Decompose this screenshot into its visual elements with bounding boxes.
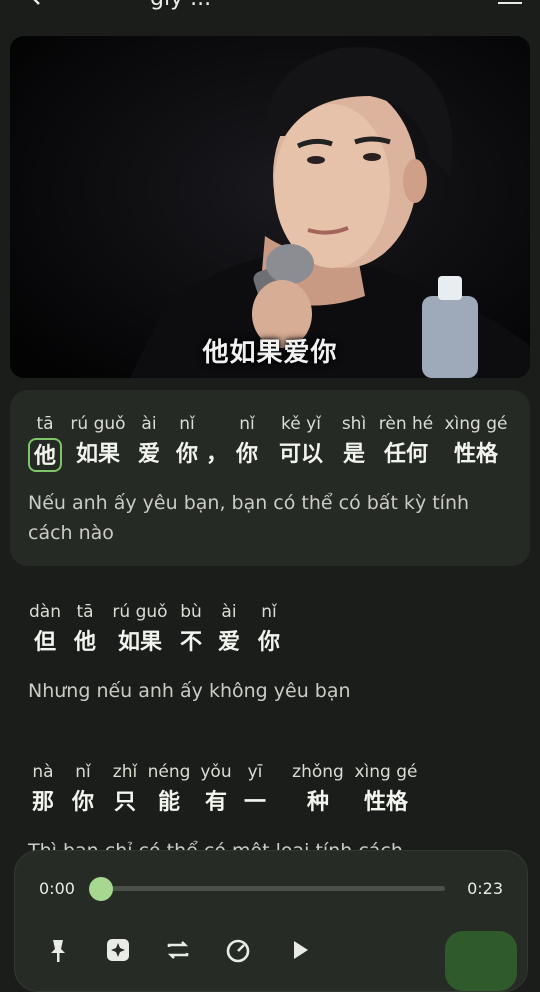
token[interactable]: xìng gé 性格 bbox=[442, 412, 510, 472]
pinyin: dàn bbox=[29, 602, 61, 622]
pinyin: néng bbox=[147, 762, 191, 782]
video-frame bbox=[10, 36, 530, 378]
token[interactable]: rú guǒ 如果 bbox=[68, 412, 128, 472]
lyric-line-active[interactable]: tā 他 rú guǒ 如果 ài 爱 nǐ 你 ， nǐ 你 kě yǐ 可以… bbox=[10, 390, 530, 566]
hanzi: 可以 bbox=[278, 442, 323, 467]
token[interactable]: xìng gé 性格 bbox=[354, 760, 418, 820]
pin-icon[interactable] bbox=[45, 937, 71, 963]
pinyin: yī bbox=[247, 762, 263, 782]
hanzi: 爱 bbox=[137, 442, 160, 467]
hanzi: 你 bbox=[71, 790, 94, 815]
pinyin: nà bbox=[32, 762, 54, 782]
token[interactable]: dàn 但 bbox=[28, 600, 62, 660]
token[interactable]: zhǒng 种 bbox=[290, 760, 346, 820]
play-icon[interactable] bbox=[287, 937, 313, 963]
token[interactable]: yǒu 有 bbox=[198, 760, 234, 820]
hanzi: 是 bbox=[342, 442, 365, 467]
token[interactable]: néng 能 bbox=[146, 760, 192, 820]
hanzi: 任何 bbox=[383, 442, 428, 467]
token[interactable]: nǐ 你 bbox=[68, 760, 98, 820]
token[interactable]: yī 一 bbox=[242, 760, 268, 820]
token[interactable]: ài 爱 bbox=[136, 412, 162, 472]
pinyin: nǐ bbox=[179, 414, 195, 434]
hanzi: 你 bbox=[235, 442, 258, 467]
token[interactable]: nǐ 你 bbox=[254, 600, 284, 660]
pinyin: zhǐ bbox=[112, 762, 138, 782]
current-time: 0:00 bbox=[39, 879, 75, 898]
token[interactable]: nǐ 你 bbox=[234, 412, 260, 472]
playback-panel: 0:00 0:23 bbox=[14, 850, 528, 992]
hanzi: 性格 bbox=[453, 442, 498, 467]
token[interactable]: kě yǐ 可以 bbox=[274, 412, 328, 472]
main-play-button[interactable] bbox=[445, 931, 517, 991]
pinyin: nǐ bbox=[261, 602, 277, 622]
top-bar: gly ... bbox=[0, 0, 540, 24]
pinyin: rú guǒ bbox=[70, 414, 126, 434]
hanzi: 有 bbox=[204, 790, 227, 815]
hanzi: 一 bbox=[243, 790, 266, 815]
hanzi: 你 bbox=[175, 442, 198, 467]
hanzi: 性格 bbox=[363, 790, 408, 815]
translation: Nếu anh ấy yêu bạn, bạn có thể có bất kỳ… bbox=[28, 492, 470, 544]
pinyin: xìng gé bbox=[354, 762, 418, 782]
pinyin: zhǒng bbox=[292, 762, 344, 782]
repeat-icon[interactable] bbox=[165, 937, 191, 963]
token[interactable]: rèn hé 任何 bbox=[376, 412, 436, 472]
token[interactable]: rú guǒ 如果 bbox=[110, 600, 170, 660]
speed-icon[interactable] bbox=[225, 937, 251, 963]
progress-thumb[interactable] bbox=[89, 877, 113, 901]
hanzi: 爱 bbox=[217, 630, 240, 655]
token[interactable]: zhǐ 只 bbox=[108, 760, 142, 820]
hanzi: 能 bbox=[157, 790, 180, 815]
chevron-left-icon[interactable] bbox=[26, 0, 46, 6]
hanzi: 你 bbox=[257, 630, 280, 655]
token[interactable]: nǐ 你 bbox=[174, 412, 200, 472]
pinyin: nǐ bbox=[75, 762, 91, 782]
token[interactable]: bù 不 bbox=[176, 600, 206, 660]
pinyin: ài bbox=[221, 602, 237, 622]
hanzi: 如果 bbox=[75, 442, 120, 467]
hanzi: 但 bbox=[33, 630, 56, 655]
pinyin: yǒu bbox=[200, 762, 232, 782]
token[interactable]: tā 他 bbox=[68, 600, 102, 660]
burned-subtitle: 他如果爱你 bbox=[202, 338, 338, 368]
pinyin: nǐ bbox=[239, 414, 255, 434]
progress-track[interactable] bbox=[101, 886, 445, 891]
menu-icon[interactable] bbox=[498, 0, 522, 4]
token[interactable]: ài 爱 bbox=[216, 600, 242, 660]
pinyin: shì bbox=[341, 414, 367, 434]
pinyin bbox=[206, 412, 226, 436]
hanzi: 他 bbox=[73, 630, 96, 655]
pinyin: xìng gé bbox=[444, 414, 508, 434]
hanzi: 他 bbox=[28, 438, 62, 472]
pinyin: bù bbox=[180, 602, 202, 622]
pinyin: tā bbox=[76, 602, 94, 622]
page-title: gly ... bbox=[150, 0, 211, 11]
duration: 0:23 bbox=[467, 879, 503, 898]
token[interactable]: shì 是 bbox=[340, 412, 368, 472]
pinyin: kě yǐ bbox=[281, 414, 321, 434]
pinyin: rèn hé bbox=[378, 414, 434, 434]
hanzi: 种 bbox=[306, 790, 329, 815]
hanzi: 只 bbox=[113, 790, 136, 815]
hanzi: 如果 bbox=[117, 630, 162, 655]
pinyin: tā bbox=[36, 414, 54, 434]
token-current[interactable]: tā 他 bbox=[28, 412, 62, 472]
pinyin: ài bbox=[141, 414, 157, 434]
hanzi: 不 bbox=[179, 630, 202, 655]
token-punct: ， bbox=[206, 412, 229, 472]
hanzi: 那 bbox=[31, 790, 54, 815]
token[interactable]: nà 那 bbox=[28, 760, 58, 820]
hanzi: ， bbox=[206, 442, 229, 467]
video-player[interactable]: 他如果爱你 bbox=[10, 36, 530, 378]
lyric-line[interactable]: dàn 但 tā 他 rú guǒ 如果 bù 不 ài 爱 nǐ 你 Nhưn… bbox=[10, 580, 530, 720]
translation: Nhưng nếu anh ấy không yêu bạn bbox=[28, 680, 351, 702]
sparkle-icon[interactable] bbox=[105, 937, 131, 963]
pinyin: rú guǒ bbox=[112, 602, 168, 622]
lyric-line[interactable]: nà 那 nǐ 你 zhǐ 只 néng 能 yǒu 有 yī 一 zhǒng … bbox=[10, 740, 530, 862]
